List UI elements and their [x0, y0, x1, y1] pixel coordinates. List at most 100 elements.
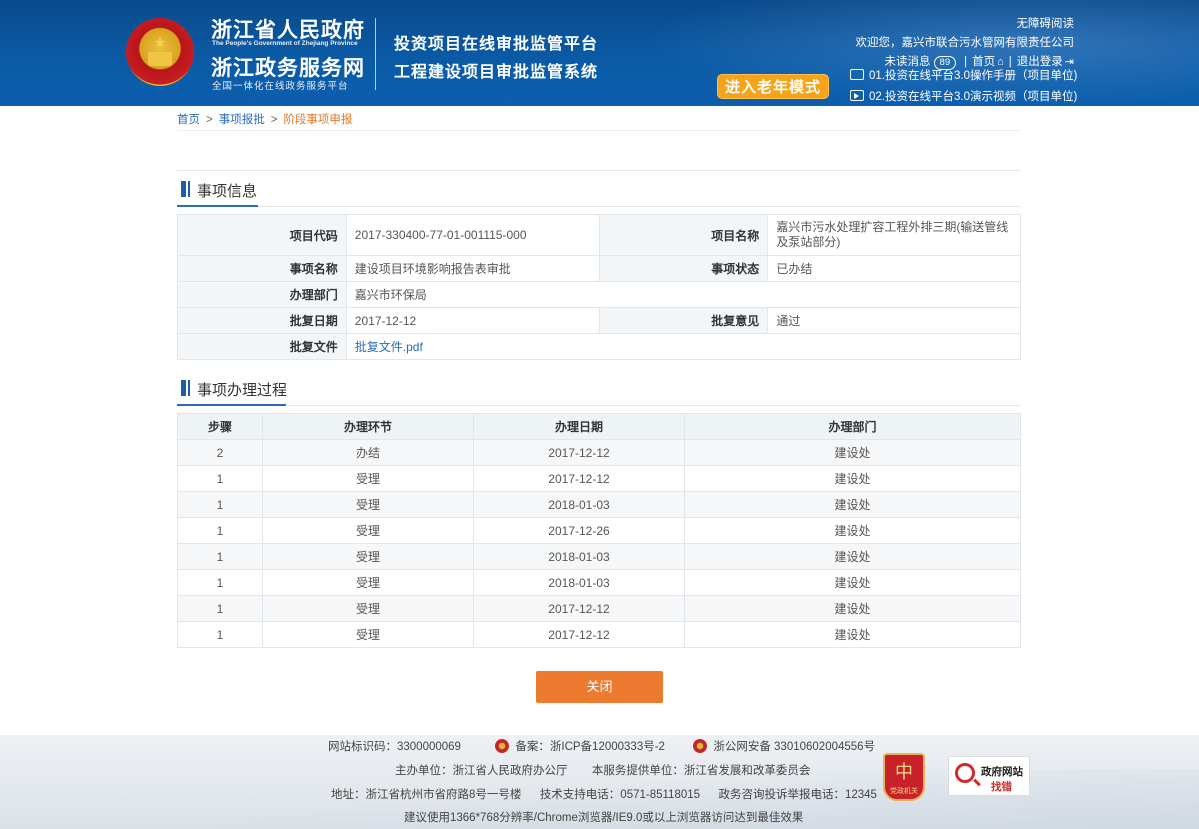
- step-cell: 1: [177, 621, 263, 648]
- dept-cell: 建设处: [684, 595, 1021, 622]
- step-cell: 1: [177, 569, 263, 596]
- process-table: 步骤 办理环节 办理日期 办理部门 2 办结 2017-12-12 建设处 1 …: [177, 413, 1021, 648]
- stage-cell: 受理: [262, 517, 474, 544]
- section-underline: [177, 404, 1021, 406]
- column-header-step: 步骤: [177, 413, 263, 440]
- date-cell: 2017-12-12: [473, 595, 685, 622]
- footer-row-2: 主办单位：浙江省人民政府办公厅 本服务提供单位：浙江省发展和改革委员会: [395, 762, 810, 778]
- video-link[interactable]: 02.投资在线平台3.0演示视频（项目单位): [850, 88, 1077, 104]
- footer-row-1: 网站标识码：3300000069 备案：浙ICP备12000333号-2 浙公网…: [328, 738, 875, 754]
- item-name-label: 事项名称: [177, 255, 347, 282]
- video-link-label: 02.投资在线平台3.0演示视频（项目单位): [869, 91, 1078, 103]
- icp-link[interactable]: 备案：浙ICP备12000333号-2: [515, 741, 665, 753]
- step-cell: 2: [177, 439, 263, 466]
- step-cell: 1: [177, 517, 263, 544]
- host-text: 主办单位：浙江省人民政府办公厅: [395, 765, 568, 777]
- section-underline: [177, 205, 1021, 207]
- browser-tip-text: 建议使用1366*768分辨率/Chrome浏览器/IE9.0或以上浏览器访问达…: [404, 812, 804, 824]
- project-code-label: 项目代码: [177, 214, 347, 256]
- step-cell: 1: [177, 491, 263, 518]
- site-error-report-button[interactable]: 政府网站 找错: [948, 756, 1030, 796]
- approval-date-value: 2017-12-12: [345, 307, 600, 334]
- table-row: 1 受理 2018-01-03 建设处: [177, 491, 1021, 518]
- dept-value: 嘉兴市环保局: [345, 281, 1022, 308]
- national-emblem-icon: ★: [126, 18, 194, 86]
- breadcrumb-current: 阶段事项申报: [283, 114, 353, 126]
- stage-cell: 受理: [262, 543, 474, 570]
- magnifier-icon: [955, 763, 975, 783]
- address-text: 地址：浙江省杭州市省府路8号一号楼: [331, 789, 522, 801]
- breadcrumb-home[interactable]: 首页: [177, 114, 200, 126]
- stage-cell: 受理: [262, 491, 474, 518]
- step-cell: 1: [177, 543, 263, 570]
- dept-label: 办理部门: [177, 281, 347, 308]
- approval-doc-link[interactable]: 批复文件.pdf: [355, 340, 423, 354]
- site-header: ★ 浙江省人民政府 The People's Government of Zhe…: [0, 0, 1199, 106]
- gov-title-en: The People's Government of Zhejiang Prov…: [212, 40, 358, 47]
- stage-cell: 受理: [262, 569, 474, 596]
- column-header-stage: 办理环节: [262, 413, 474, 440]
- date-cell: 2017-12-12: [473, 439, 685, 466]
- table-row: 1 受理 2018-01-03 建设处: [177, 543, 1021, 570]
- table-row: 1 受理 2017-12-12 建设处: [177, 465, 1021, 492]
- column-header-dept: 办理部门: [684, 413, 1021, 440]
- item-status-label: 事项状态: [598, 255, 769, 282]
- dept-cell: 建设处: [684, 569, 1021, 596]
- date-cell: 2017-12-12: [473, 465, 685, 492]
- accessibility-link[interactable]: 无障碍阅读: [1017, 18, 1075, 30]
- dept-cell: 建设处: [684, 491, 1021, 518]
- breadcrumb-item-approval[interactable]: 事项报批: [219, 114, 265, 126]
- document-icon: [850, 69, 864, 80]
- approval-opinion-value: 通过: [767, 307, 1021, 334]
- item-status-value: 已办结: [767, 255, 1021, 282]
- support-phone-text: 技术支持电话：0571-85118015: [539, 789, 701, 801]
- manual-link[interactable]: 01.投资在线平台3.0操作手册（项目单位): [850, 67, 1077, 83]
- hotline-text: 政务咨询投诉举报电话：12345: [718, 789, 877, 801]
- error-site-sub: 找错: [991, 781, 1012, 793]
- column-header-date: 办理日期: [473, 413, 685, 440]
- dept-cell: 建设处: [684, 621, 1021, 648]
- step-cell: 1: [177, 465, 263, 492]
- close-button[interactable]: 关闭: [536, 671, 663, 703]
- project-name-value: 嘉兴市污水处理扩容工程外排三期(输送管线及泵站部分): [767, 214, 1021, 256]
- approval-doc-label: 批复文件: [177, 333, 347, 360]
- breadcrumb: 首页 > 事项报批 > 阶段事项申报: [177, 114, 353, 126]
- manual-link-label: 01.投资在线平台3.0操作手册（项目单位): [869, 70, 1078, 82]
- party-gov-badge-icon[interactable]: 中 党政机关: [883, 753, 925, 801]
- police-emblem-icon: [693, 739, 708, 753]
- date-cell: 2017-12-26: [473, 517, 685, 544]
- table-row: 1 受理 2018-01-03 建设处: [177, 569, 1021, 596]
- project-code-value: 2017-330400-77-01-001115-000: [345, 214, 600, 256]
- table-row: 2 办结 2017-12-12 建设处: [177, 439, 1021, 466]
- item-name-value: 建设项目环境影响报告表审批: [345, 255, 600, 282]
- error-site-title: 政府网站: [981, 766, 1023, 778]
- dept-cell: 建设处: [684, 543, 1021, 570]
- date-cell: 2018-01-03: [473, 569, 685, 596]
- approval-doc-cell: 批复文件.pdf: [345, 333, 1022, 360]
- table-row: 1 受理 2017-12-12 建设处: [177, 621, 1021, 648]
- police-record-link[interactable]: 浙公网安备 33010602004556号: [713, 741, 875, 753]
- provider-text: 本服务提供单位：浙江省发展和改革委员会: [591, 765, 811, 777]
- system-title-2: 工程建设项目审批监管系统: [394, 64, 599, 81]
- stage-cell: 受理: [262, 595, 474, 622]
- date-cell: 2018-01-03: [473, 543, 685, 570]
- user-panel: 无障碍阅读 欢迎您，嘉兴市联合污水管网有限责任公司 未读消息 89 | 首页 ⌂ | 退出登…: [855, 15, 1075, 72]
- section-title-process: 事项办理过程: [177, 379, 287, 400]
- footer-row-4: 建议使用1366*768分辨率/Chrome浏览器/IE9.0或以上浏览器访问达…: [404, 809, 803, 825]
- system-title-1: 投资项目在线审批监管平台: [394, 36, 599, 53]
- emblem-small-icon: [495, 739, 510, 753]
- stage-cell: 办结: [262, 439, 474, 466]
- welcome-text: 欢迎您，嘉兴市联合污水管网有限责任公司: [855, 37, 1075, 49]
- step-cell: 1: [177, 595, 263, 622]
- stage-cell: 受理: [262, 465, 474, 492]
- header-divider: [375, 18, 376, 90]
- elder-mode-button[interactable]: 进入老年模式: [717, 74, 829, 99]
- table-row: 1 受理 2017-12-12 建设处: [177, 595, 1021, 622]
- item-info-table: 项目代码 2017-330400-77-01-001115-000 项目名称 嘉…: [177, 214, 1022, 360]
- dept-cell: 建设处: [684, 465, 1021, 492]
- date-cell: 2018-01-03: [473, 491, 685, 518]
- video-play-icon: [850, 90, 864, 101]
- portal-subtitle: 全国一体化在线政务服务平台: [212, 81, 349, 92]
- approval-opinion-label: 批复意见: [598, 307, 769, 334]
- approval-date-label: 批复日期: [177, 307, 347, 334]
